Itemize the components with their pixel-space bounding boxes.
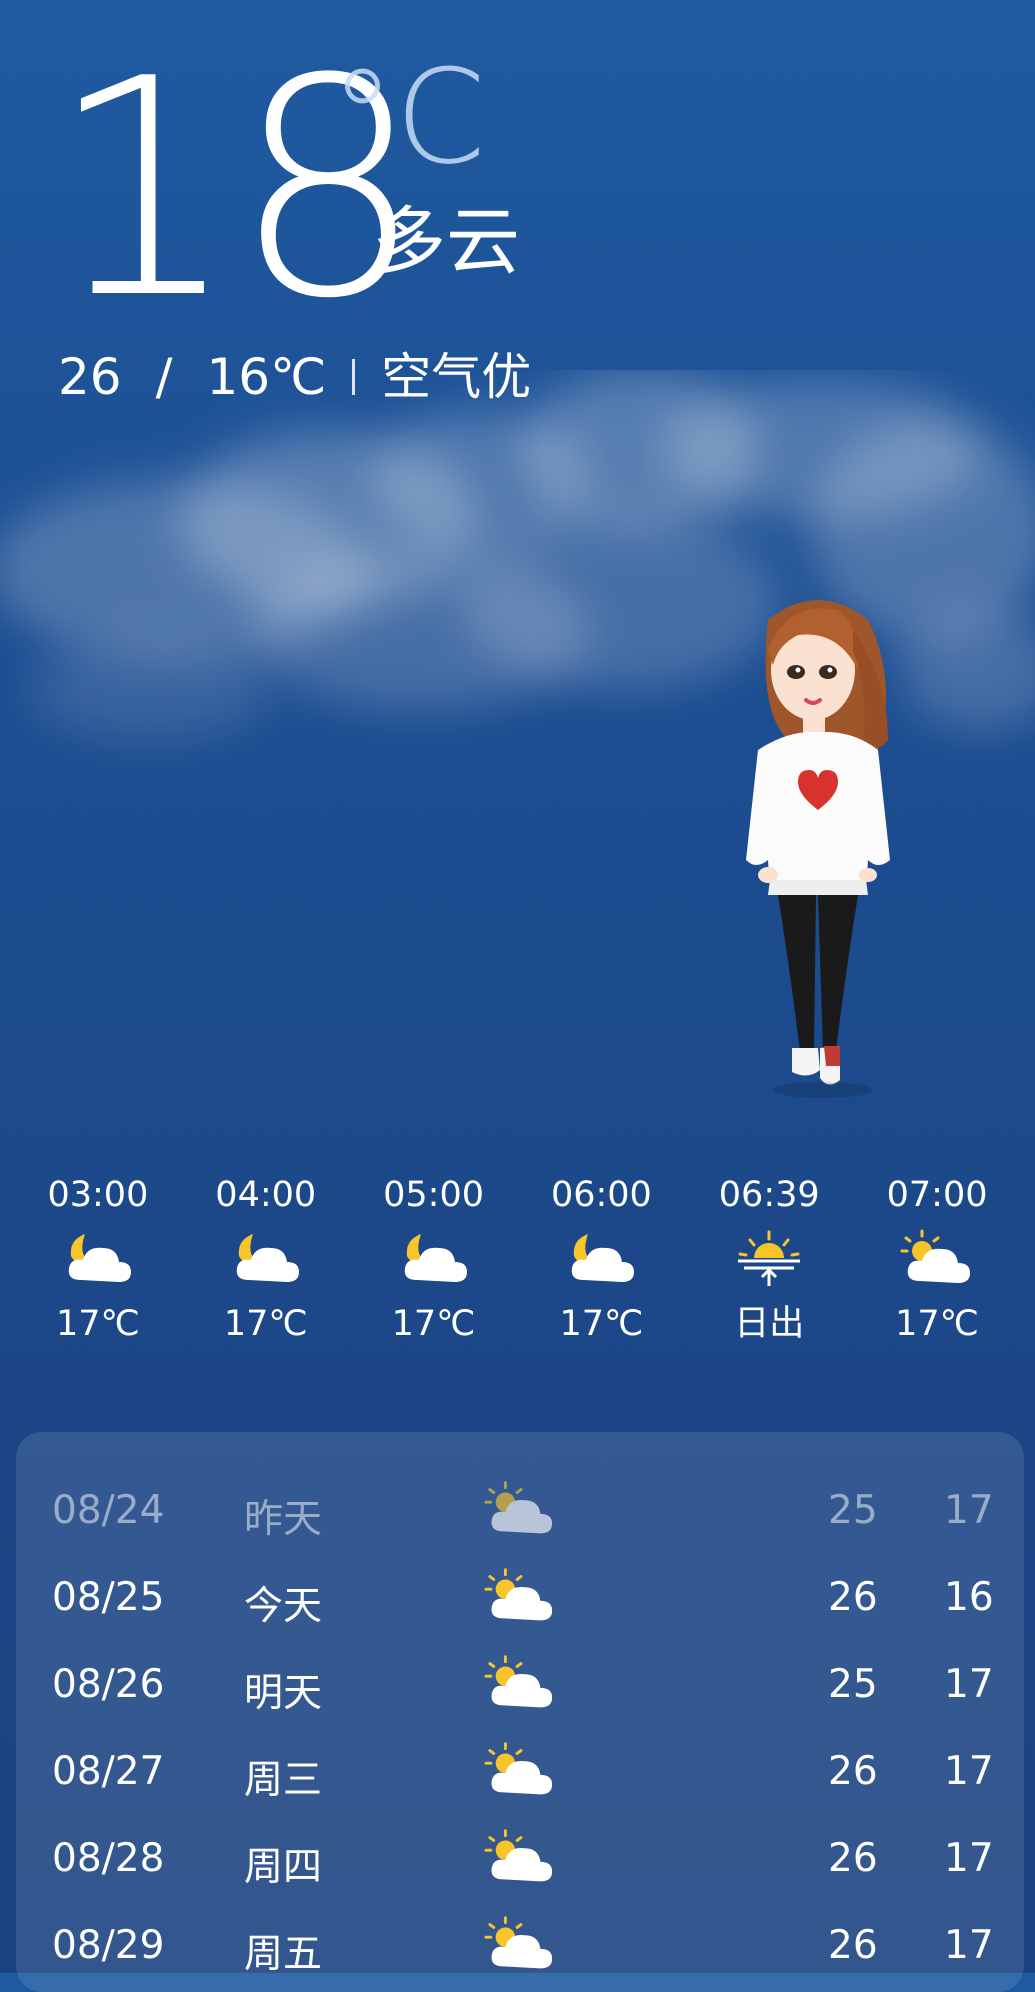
hour-time: 03:00 <box>47 1175 149 1215</box>
day-high: 26 <box>828 1923 878 1968</box>
high-temperature: 26 <box>58 348 122 406</box>
hour-time: 04:00 <box>215 1175 317 1215</box>
daily-row[interactable]: 08/24 昨天 25 17 <box>16 1468 1024 1555</box>
sun-cloud-icon <box>484 1567 556 1635</box>
sunrise-icon <box>685 1220 853 1296</box>
day-label: 周五 <box>244 1932 323 1977</box>
moon-cloud-icon <box>14 1220 182 1296</box>
hour-temperature: 17℃ <box>391 1304 476 1344</box>
day-label: 周四 <box>244 1845 323 1890</box>
daily-row[interactable]: 08/27 周三 26 17 <box>16 1729 1024 1816</box>
divider <box>352 359 356 395</box>
sun-cloud-icon <box>484 1741 556 1809</box>
day-label: 明天 <box>244 1671 323 1716</box>
day-low: 17 <box>944 1836 994 1881</box>
day-date: 08/25 <box>52 1575 165 1620</box>
hour-time: 07:00 <box>886 1175 988 1215</box>
daily-forecast-card[interactable]: 08/24 昨天 25 17 08/25 今天 26 16 08/26 明天 2… <box>16 1432 1024 1992</box>
low-temperature: 16℃ <box>206 348 327 406</box>
sun-cloud-icon <box>484 1480 556 1548</box>
hour-temperature: 17℃ <box>223 1304 308 1344</box>
day-low: 17 <box>944 1749 994 1794</box>
daily-row[interactable]: 08/26 明天 25 17 <box>16 1642 1024 1729</box>
day-high: 26 <box>828 1836 878 1881</box>
day-low: 17 <box>944 1923 994 1968</box>
hourly-item[interactable]: 07:00 17℃ <box>853 1170 1021 1370</box>
moon-cloud-icon <box>182 1220 350 1296</box>
moon-cloud-icon <box>350 1220 518 1296</box>
cartoon-character[interactable] <box>728 590 908 1130</box>
day-label: 昨天 <box>244 1497 323 1542</box>
day-low: 17 <box>944 1662 994 1707</box>
day-high: 26 <box>828 1749 878 1794</box>
day-date: 08/28 <box>52 1836 165 1881</box>
hourly-item[interactable]: 03:00 17℃ <box>14 1170 182 1370</box>
hour-time: 06:00 <box>550 1175 652 1215</box>
day-label: 周三 <box>244 1758 323 1803</box>
weather-condition: 多云 <box>372 199 520 285</box>
hour-time: 06:39 <box>718 1175 820 1215</box>
hourly-item[interactable]: 06:00 17℃ <box>517 1170 685 1370</box>
day-low: 16 <box>944 1575 994 1620</box>
moon-cloud-icon <box>517 1220 685 1296</box>
temperature-range[interactable]: 26 / 16℃ 空气优 <box>58 347 531 407</box>
day-date: 08/27 <box>52 1749 165 1794</box>
daily-row[interactable]: 08/29 周五 26 17 <box>16 1903 1024 1990</box>
day-date: 08/29 <box>52 1923 165 1968</box>
day-low: 17 <box>944 1488 994 1533</box>
sun-cloud-icon <box>853 1220 1021 1296</box>
daily-row[interactable]: 08/25 今天 26 16 <box>16 1555 1024 1642</box>
sunrise-label: 日出 <box>734 1304 805 1344</box>
temperature-unit: °C <box>330 41 486 193</box>
day-label: 今天 <box>244 1584 323 1629</box>
hourly-item[interactable]: 05:00 17℃ <box>350 1170 518 1370</box>
range-separator: / <box>155 348 173 406</box>
day-date: 08/26 <box>52 1662 165 1707</box>
day-high: 25 <box>828 1488 878 1533</box>
daily-row[interactable]: 08/28 周四 26 17 <box>16 1816 1024 1903</box>
hour-time: 05:00 <box>383 1175 484 1215</box>
sun-cloud-icon <box>484 1828 556 1896</box>
hour-temperature: 17℃ <box>559 1304 644 1344</box>
hour-temperature: 17℃ <box>55 1304 140 1344</box>
day-high: 25 <box>828 1662 878 1707</box>
hourly-forecast[interactable]: 03:00 17℃ 04:00 17℃ 05:00 17℃ 06:00 17℃ … <box>14 1170 1021 1370</box>
day-high: 26 <box>828 1575 878 1620</box>
hourly-item[interactable]: 06:39 日出 <box>685 1170 853 1370</box>
hour-temperature: 17℃ <box>895 1304 979 1344</box>
day-date: 08/24 <box>52 1488 165 1533</box>
hourly-item[interactable]: 04:00 17℃ <box>182 1170 350 1370</box>
sun-cloud-icon <box>484 1654 556 1722</box>
air-quality[interactable]: 空气优 <box>381 347 531 407</box>
